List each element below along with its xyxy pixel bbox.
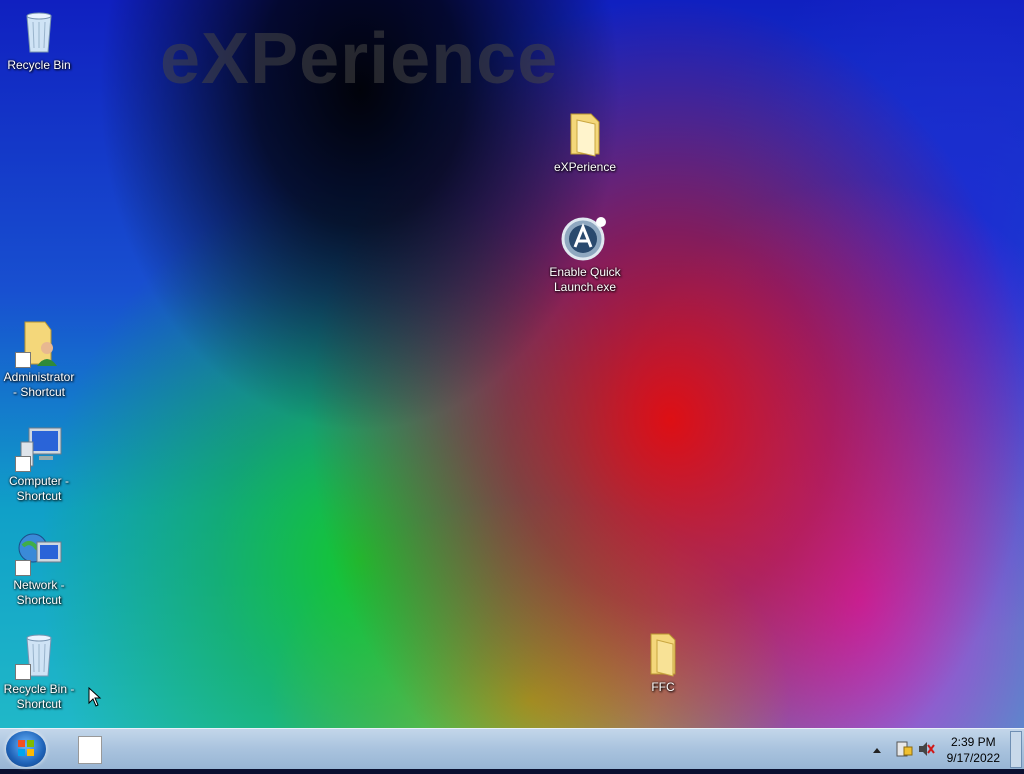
desktop-icon-enable-quick-launch[interactable]: Enable Quick Launch.exe (543, 215, 627, 295)
desktop-icon-recycle-bin[interactable]: Recycle Bin (0, 8, 81, 73)
show-hidden-icons-button[interactable] (870, 729, 884, 769)
wallpaper-watermark: eXPerience (160, 19, 559, 99)
app-logo-icon (561, 215, 609, 263)
start-button[interactable] (6, 731, 46, 767)
user-folder-icon (15, 320, 63, 368)
show-desktop-button[interactable] (1010, 731, 1022, 768)
shortcut-arrow-icon (15, 352, 31, 368)
system-clock[interactable]: 2:39 PM 9/17/2022 (947, 734, 1000, 766)
desktop-icon-label: Recycle Bin (7, 58, 71, 72)
desktop-wallpaper: eXPerience (0, 0, 1024, 728)
taskbar: 2:39 PM 9/17/2022 (0, 728, 1024, 769)
clock-date: 9/17/2022 (946, 751, 1000, 765)
folder-icon (561, 110, 609, 158)
desktop-icon-experience-folder[interactable]: eXPerience (543, 110, 627, 175)
desktop-icon-recycle-bin-shortcut[interactable]: Recycle Bin - Shortcut (0, 632, 81, 712)
desktop-icon-label: eXPerience (553, 160, 617, 174)
folder-icon (639, 630, 687, 678)
computer-icon (15, 424, 63, 472)
recycle-bin-icon (15, 632, 63, 680)
desktop-icon-label: Administrator - Shortcut (3, 370, 75, 399)
desktop-icon-label: Computer - Shortcut (8, 474, 70, 503)
desktop-icon-label: Enable Quick Launch.exe (549, 265, 621, 294)
desktop-icon-network-shortcut[interactable]: Network - Shortcut (0, 528, 81, 608)
desktop-icon-ffc-folder[interactable]: FFC (621, 630, 705, 695)
shortcut-arrow-icon (15, 560, 31, 576)
shortcut-arrow-icon (15, 664, 31, 680)
mouse-cursor-icon (88, 686, 102, 712)
desktop-icon-computer-shortcut[interactable]: Computer - Shortcut (0, 424, 81, 504)
recycle-bin-icon (15, 8, 63, 56)
taskbar-file-button[interactable] (78, 736, 102, 764)
volume-muted-icon[interactable] (916, 729, 936, 769)
desktop-icon-label: FFC (651, 680, 675, 694)
clock-time: 2:39 PM (950, 735, 996, 749)
action-center-icon[interactable] (894, 729, 914, 769)
desktop-icon-label: Network - Shortcut (13, 578, 65, 607)
desktop-icon-label: Recycle Bin - Shortcut (3, 682, 75, 711)
network-icon (15, 528, 63, 576)
chevron-up-icon (873, 748, 881, 753)
shortcut-arrow-icon (15, 456, 31, 472)
windows-logo-icon (18, 740, 34, 756)
desktop-icon-administrator-shortcut[interactable]: Administrator - Shortcut (0, 320, 81, 400)
